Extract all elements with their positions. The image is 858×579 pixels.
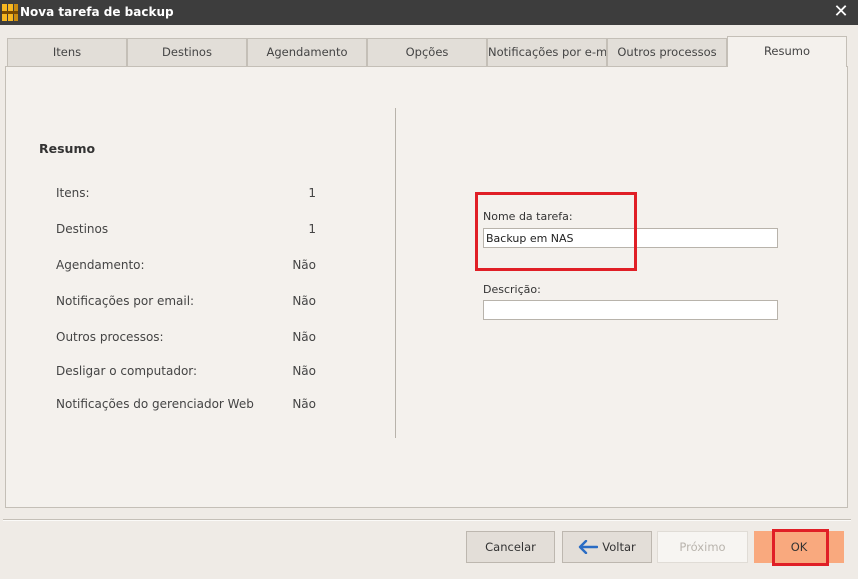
vertical-divider [395, 108, 396, 438]
tab-outros-processos[interactable]: Outros processos [607, 38, 727, 66]
close-icon[interactable]: ✕ [832, 3, 850, 21]
summary-row-label: Itens: [56, 186, 90, 200]
summary-panel [5, 66, 848, 508]
task-name-input[interactable] [483, 228, 778, 248]
summary-row-value: Não [292, 397, 316, 411]
description-label: Descrição: [483, 283, 541, 296]
tab-agendamento[interactable]: Agendamento [247, 38, 367, 66]
summary-row-value: Não [292, 258, 316, 272]
summary-row-label: Notificações do gerenciador Web [56, 397, 254, 411]
tab-itens[interactable]: Itens [7, 38, 127, 66]
summary-row-label: Outros processos: [56, 330, 164, 344]
summary-row-value: Não [292, 330, 316, 344]
arrow-left-icon [579, 539, 599, 554]
summary-row-label: Destinos [56, 222, 109, 236]
summary-row-value: 1 [308, 186, 316, 200]
summary-row-value: Não [292, 364, 316, 378]
window-title: Nova tarefa de backup [20, 5, 174, 19]
backup-app-icon [2, 4, 18, 21]
back-button-label: Voltar [602, 540, 636, 554]
ok-button[interactable]: OK [754, 531, 844, 563]
tab-resumo[interactable]: Resumo [727, 36, 847, 67]
title-bar: Nova tarefa de backup ✕ [0, 0, 858, 25]
cancel-button[interactable]: Cancelar [466, 531, 555, 563]
back-button[interactable]: Voltar [562, 531, 652, 563]
tab-opcoes[interactable]: Opções [367, 38, 487, 66]
summary-row-value: 1 [308, 222, 316, 236]
task-name-label: Nome da tarefa: [483, 210, 573, 223]
summary-title: Resumo [39, 141, 96, 156]
summary-row-value: Não [292, 294, 316, 308]
summary-row-label: Notificações por email: [56, 294, 195, 308]
next-button[interactable]: Próximo [657, 531, 748, 563]
summary-row-label: Agendamento: [56, 258, 145, 272]
description-input[interactable] [483, 300, 778, 320]
tab-notificacoes-email[interactable]: Notificações por e-mail [487, 38, 607, 66]
summary-row-label: Desligar o computador: [56, 364, 198, 378]
tab-destinos[interactable]: Destinos [127, 38, 247, 66]
